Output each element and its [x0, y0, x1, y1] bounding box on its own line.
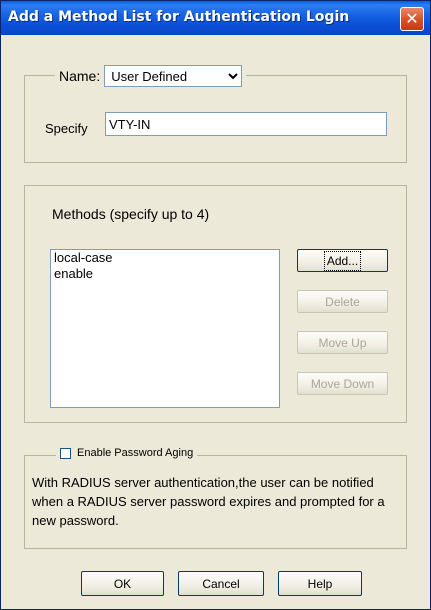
help-button-label: Help [307, 576, 333, 591]
move-down-button-label: Move Down [310, 376, 375, 391]
window-title: Add a Method List for Authentication Log… [8, 9, 350, 25]
add-button-label: Add... [323, 250, 362, 271]
name-select[interactable]: User Defined [104, 65, 243, 87]
password-aging-legend[interactable]: Enable Password Aging [56, 447, 198, 459]
name-legend: Name: User Defined [55, 65, 247, 87]
title-bar[interactable]: Add a Method List for Authentication Log… [1, 1, 430, 35]
specify-input[interactable] [105, 112, 387, 136]
methods-list[interactable]: local-case enable [50, 249, 280, 408]
password-aging-checkbox[interactable] [60, 447, 71, 459]
add-button[interactable]: Add... [297, 249, 388, 272]
password-aging-description: With RADIUS server authentication,the us… [32, 475, 385, 528]
move-down-button[interactable]: Move Down [297, 372, 388, 395]
specify-label: Specify [45, 121, 88, 136]
cancel-button-label: Cancel [202, 576, 240, 591]
name-label: Name: [59, 68, 101, 84]
close-icon: ✕ [405, 9, 419, 28]
dialog-body: Name: User Defined Specify Methods (spec… [1, 35, 430, 609]
methods-heading: Methods (specify up to 4) [52, 206, 210, 222]
dialog-window: Add a Method List for Authentication Log… [0, 0, 431, 610]
cancel-button[interactable]: Cancel [178, 571, 264, 596]
move-up-button-label: Move Up [318, 335, 367, 350]
delete-button[interactable]: Delete [297, 290, 388, 313]
delete-button-label: Delete [325, 294, 360, 309]
ok-button[interactable]: OK [81, 571, 164, 596]
list-item[interactable]: local-case [51, 250, 279, 266]
help-button[interactable]: Help [278, 571, 362, 596]
move-up-button[interactable]: Move Up [297, 331, 388, 354]
list-item[interactable]: enable [51, 266, 279, 282]
close-button[interactable]: ✕ [400, 7, 424, 31]
ok-button-label: OK [113, 576, 132, 591]
password-aging-label: Enable Password Aging [77, 447, 194, 459]
